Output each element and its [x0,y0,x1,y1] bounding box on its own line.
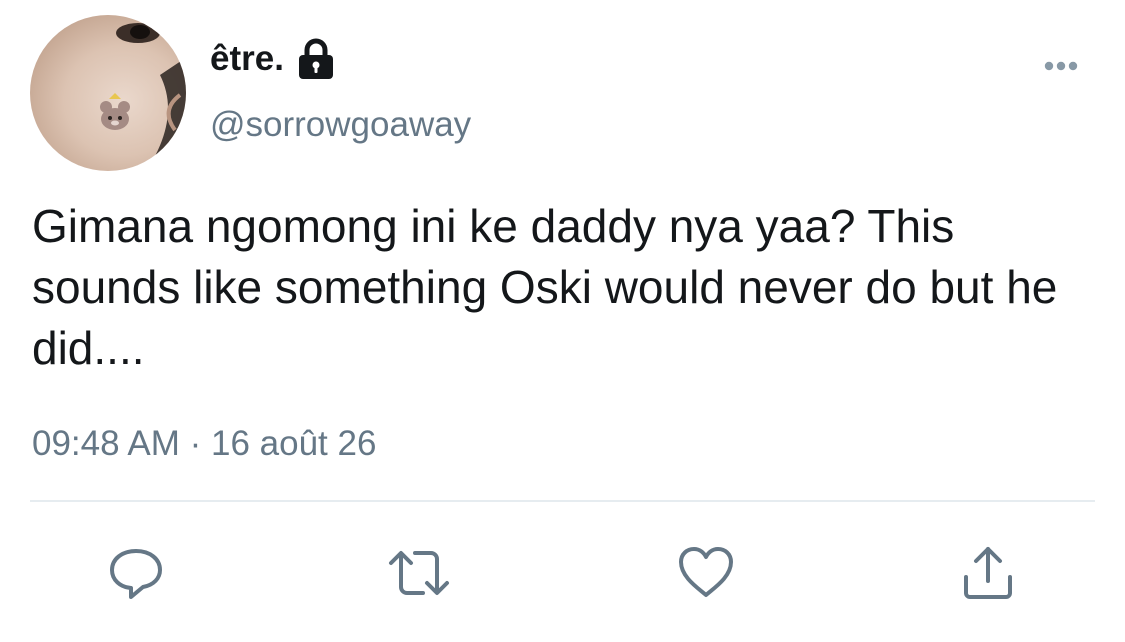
share-button[interactable] [956,541,1020,605]
bear-sticker-icon [100,93,130,130]
display-name[interactable]: être. [210,35,336,83]
user-handle[interactable]: @sorrowgoaway [210,103,471,147]
lock-icon [298,38,333,79]
tweet-text: Gimana ngomong ini ke daddy nya yaa? Thi… [32,200,1058,374]
reply-icon [110,549,162,599]
heart-icon [679,547,733,597]
divider [30,500,1095,502]
retweet-icon [389,551,449,595]
tweet-timestamp[interactable]: 09:48 AM · 16 août 26 [32,420,376,468]
reply-button[interactable] [104,541,168,605]
like-button[interactable] [674,541,738,605]
share-icon [964,547,1012,599]
avatar-image [100,23,186,171]
avatar[interactable] [30,15,186,171]
display-name-text: être. [210,39,284,78]
more-horizontal-icon[interactable] [1030,50,1090,80]
retweet-button[interactable] [387,541,451,605]
